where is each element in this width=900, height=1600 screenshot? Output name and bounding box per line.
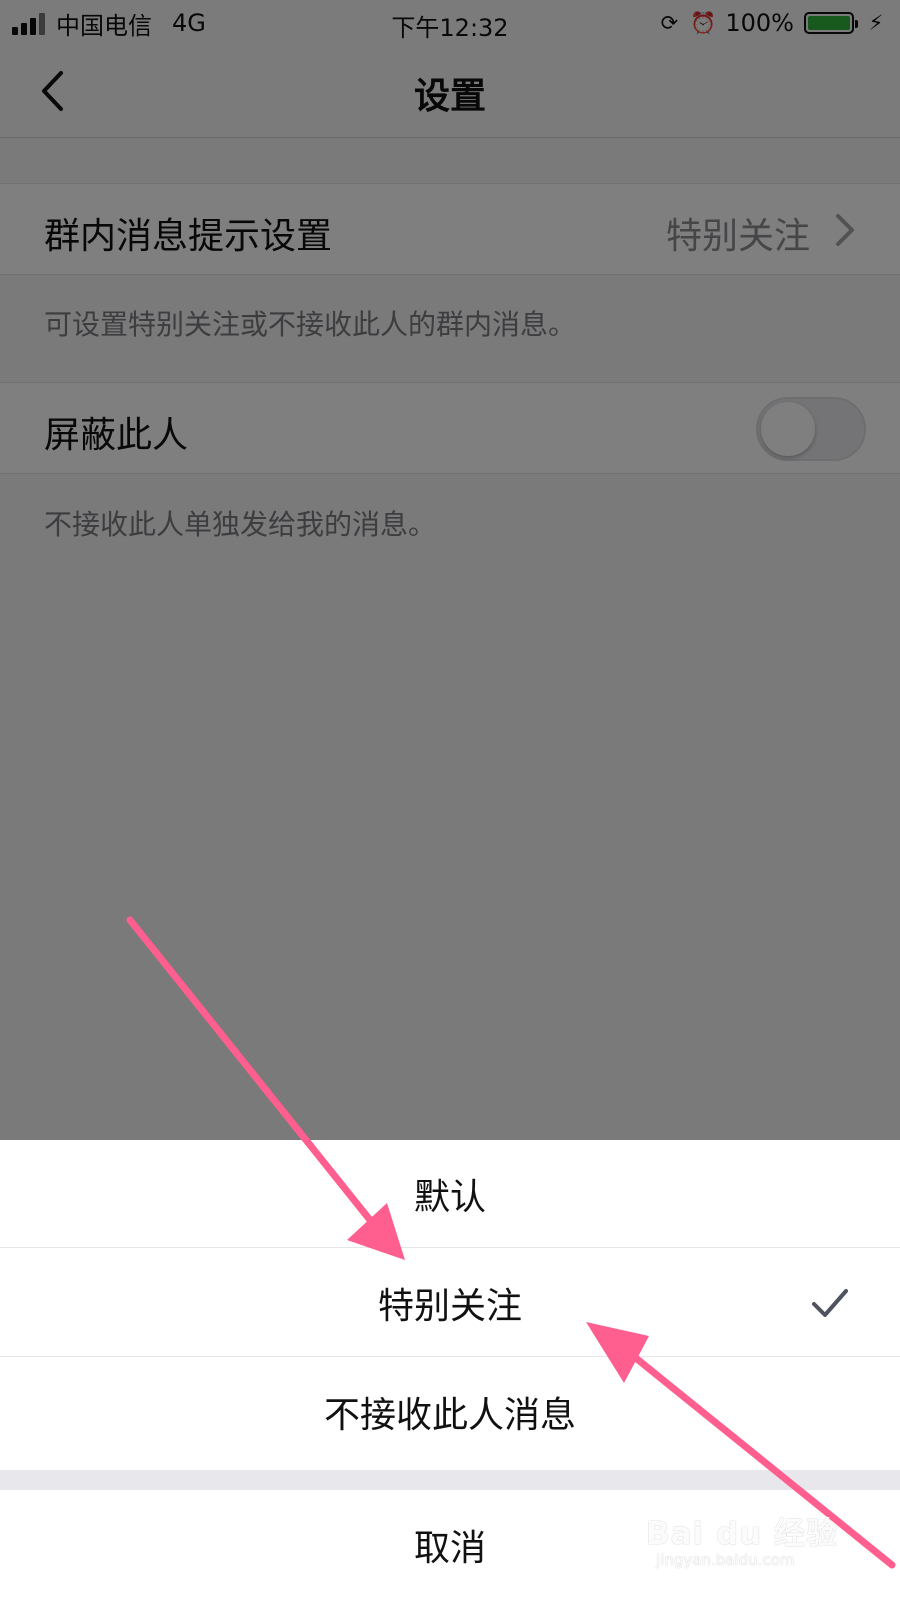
battery-percent: 100% <box>725 9 794 37</box>
chevron-right-icon <box>836 214 854 246</box>
status-bar: 中国电信 4G 下午12:32 ⟳ ⏰ 100% ⚡ <box>0 0 900 46</box>
block-person-label: 屏蔽此人 <box>44 415 189 456</box>
block-person-helper-text: 不接收此人单独发给我的消息。 <box>44 508 437 541</box>
sheet-option-mute-label: 不接收此人消息 <box>323 1395 576 1436</box>
sheet-option-mute[interactable]: 不接收此人消息 <box>0 1358 900 1466</box>
sheet-option-default-label: 默认 <box>413 1176 486 1218</box>
back-button[interactable] <box>26 64 80 118</box>
group-message-setting-row[interactable]: 群内消息提示设置 特别关注 <box>0 183 900 275</box>
modal-overlay[interactable] <box>0 0 900 1140</box>
battery-level <box>808 16 850 30</box>
group-message-helper-text: 可设置特别关注或不接收此人的群内消息。 <box>44 308 577 341</box>
sheet-option-default[interactable]: 默认 <box>0 1140 900 1248</box>
settings-screen: 中国电信 4G 下午12:32 ⟳ ⏰ 100% ⚡ 设置 群内消息提示设置 特… <box>0 0 900 1600</box>
alarm-icon: ⏰ <box>690 10 717 35</box>
group-message-setting-value: 特别关注 <box>665 216 810 257</box>
battery-icon <box>804 12 858 34</box>
signal-icon <box>12 11 48 35</box>
network-type: 4G <box>172 9 206 37</box>
status-right: ⟳ ⏰ 100% ⚡ <box>657 8 888 38</box>
sheet-option-special-follow[interactable]: 特别关注 <box>0 1249 900 1357</box>
block-person-toggle[interactable] <box>756 397 866 461</box>
sheet-divider-gap <box>0 1470 900 1490</box>
carrier-name: 中国电信 <box>56 11 152 40</box>
toggle-thumb <box>761 402 815 456</box>
block-person-setting-row: 屏蔽此人 <box>0 382 900 474</box>
checkmark-icon <box>812 1289 848 1317</box>
sheet-option-special-follow-label: 特别关注 <box>377 1285 522 1327</box>
group-message-setting-label: 群内消息提示设置 <box>44 216 333 257</box>
cancel-button-label: 取消 <box>413 1528 486 1569</box>
watermark-main: Bai du 经验 <box>646 1516 839 1552</box>
watermark-sub: jingyan.baidu.com <box>656 1551 795 1569</box>
baidu-jingyan-watermark: Bai du 经验 jingyan.baidu.com <box>646 1508 856 1580</box>
navigation-bar: 设置 <box>0 46 900 138</box>
rotation-lock-icon: ⟳ <box>660 10 679 35</box>
status-time: 下午12:32 <box>391 14 509 42</box>
status-left: 中国电信 4G <box>12 8 206 40</box>
chevron-left-icon <box>42 71 63 111</box>
page-title: 设置 <box>413 76 486 117</box>
charging-icon: ⚡ <box>868 10 884 35</box>
